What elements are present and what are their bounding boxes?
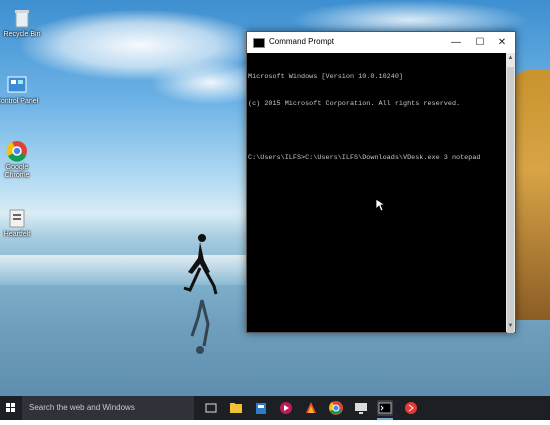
scrollbar-thumb[interactable] (507, 67, 514, 333)
close-button[interactable]: ✕ (491, 35, 513, 50)
search-box[interactable]: Search the web and Windows (22, 396, 194, 420)
window-title: Command Prompt (269, 37, 334, 46)
mouse-cursor-icon (375, 198, 385, 212)
console-line: C:\Users\ILFS>C:\Users\ILFS\Downloads\VD… (248, 154, 481, 162)
icon-label: Heartfelt (3, 231, 31, 238)
scroll-down-arrow-icon[interactable]: ▼ (506, 322, 515, 331)
chrome-icon[interactable] (328, 400, 344, 416)
runner-silhouette (183, 234, 218, 354)
console-output[interactable]: Microsoft Windows [Version 10.0.10240] (… (247, 53, 506, 332)
chrome-icon (6, 140, 28, 162)
windows-logo-icon (6, 403, 15, 412)
vertical-scrollbar[interactable]: ▲ ▼ (506, 53, 515, 333)
desktop-icon-folder[interactable]: Heartfelt (0, 207, 39, 239)
search-placeholder: Search the web and Windows (29, 403, 135, 412)
folder-icon (6, 207, 28, 229)
icon-label: Google Chrome (4, 164, 30, 179)
game-icon[interactable] (303, 400, 319, 416)
red-app-icon[interactable] (403, 400, 419, 416)
file-explorer-icon[interactable] (228, 400, 244, 416)
start-button[interactable] (0, 396, 22, 420)
console-line: Microsoft Windows [Version 10.0.10240] (248, 73, 403, 81)
task-view-icon[interactable] (203, 400, 219, 416)
cliff-rock (510, 70, 550, 320)
maximize-button[interactable]: ☐ (469, 35, 491, 50)
cmd-icon (253, 38, 265, 48)
desktop-icon-recycle-bin[interactable]: Recycle Bin (0, 7, 44, 39)
window-titlebar[interactable]: Command Prompt — ☐ ✕ (247, 32, 515, 53)
desktop-icon[interactable] (353, 400, 369, 416)
desktop-icon-control-panel[interactable]: Control Panel (0, 74, 39, 106)
console-line: (c) 2015 Microsoft Corporation. All righ… (248, 100, 461, 108)
recycle-bin-icon (11, 7, 33, 29)
media-icon[interactable] (278, 400, 294, 416)
control-panel-icon (6, 74, 28, 96)
icon-label: Recycle Bin (3, 31, 41, 38)
minimize-button[interactable]: — (445, 35, 467, 50)
scroll-up-arrow-icon[interactable]: ▲ (506, 54, 515, 63)
command-prompt-window[interactable]: Command Prompt — ☐ ✕ Microsoft Windows [… (246, 31, 516, 333)
desktop-icon-chrome[interactable]: Google Chrome (0, 140, 39, 180)
taskbar: Search the web and Windows (0, 396, 550, 420)
store-icon[interactable] (253, 400, 269, 416)
cmd-icon[interactable] (377, 400, 393, 416)
desktop-background: Recycle Bin Control Panel Google Chrome … (0, 0, 550, 396)
icon-label: Control Panel (0, 98, 39, 105)
